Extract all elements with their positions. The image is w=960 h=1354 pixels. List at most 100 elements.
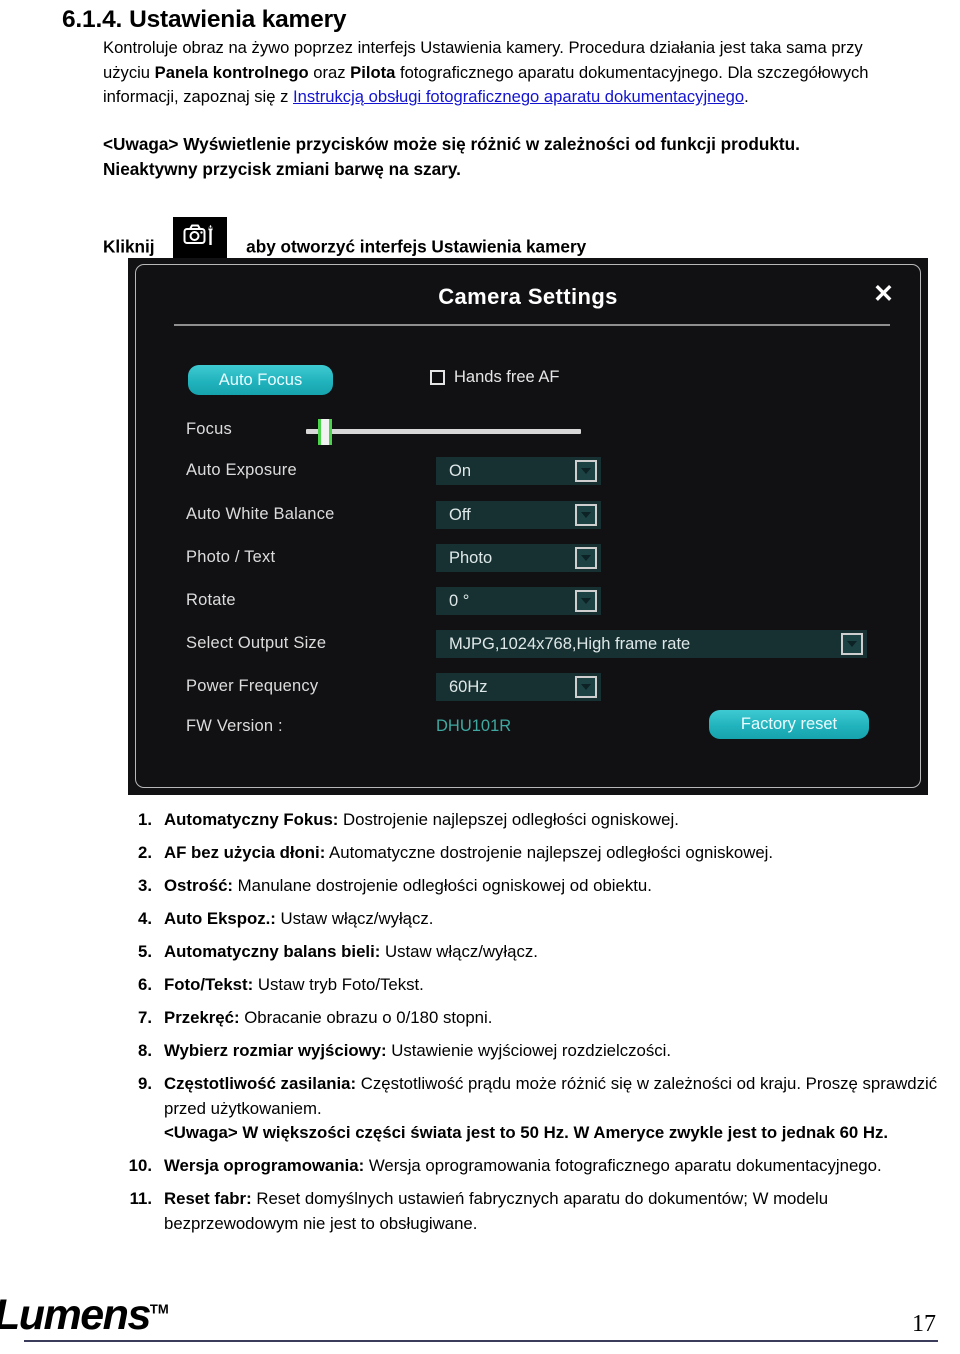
rotate-dropdown[interactable]: 0 ° xyxy=(436,587,601,615)
list-item-text: Wybierz rozmiar wyjściowy: Ustawienie wy… xyxy=(164,1039,940,1064)
list-item-number: 2. xyxy=(138,843,152,862)
intro-bold-panel: Panela kontrolnego xyxy=(154,62,309,82)
list-item-number: 8. xyxy=(138,1041,152,1060)
feature-list: 1. Automatyczny Fokus: Dostrojenie najle… xyxy=(120,808,940,1245)
power-frequency-value: 60Hz xyxy=(449,677,488,696)
list-item-term: Przekręć: xyxy=(164,1008,240,1027)
footer-divider xyxy=(24,1340,938,1342)
list-item-text: Częstotliwość zasilania: Częstotliwość p… xyxy=(164,1072,940,1146)
list-item-number: 10. xyxy=(128,1156,152,1175)
list-item-text: Wersja oprogramowania: Wersja oprogramow… xyxy=(164,1154,940,1179)
list-item: 2. AF bez użycia dłoni: Automatyczne dos… xyxy=(120,841,940,866)
list-item-term: Foto/Tekst: xyxy=(164,975,254,994)
list-item-term: Auto Ekspoz.: xyxy=(164,909,276,928)
list-item-number: 4. xyxy=(138,909,152,928)
list-item-text: AF bez użycia dłoni: Automatyczne dostro… xyxy=(164,841,940,866)
logo-trademark: TM xyxy=(149,1301,169,1317)
list-item-text: Automatyczny balans bieli: Ustaw włącz/w… xyxy=(164,940,940,965)
list-item: 6. Foto/Tekst: Ustaw tryb Foto/Tekst. xyxy=(120,973,940,998)
list-item-note: <Uwaga> W większości części świata jest … xyxy=(164,1123,889,1142)
click-label-before: Kliknij xyxy=(103,236,155,257)
list-item-number: 9. xyxy=(138,1074,152,1093)
list-item-desc: Ustaw włącz/wyłącz. xyxy=(275,909,434,928)
note-text: <Uwaga> Wyświetlenie przycisków może się… xyxy=(103,134,800,179)
focus-slider-track[interactable] xyxy=(306,429,581,434)
list-item-desc: Ustawienie wyjściowej rozdzielczości. xyxy=(386,1041,672,1060)
auto-exposure-value: On xyxy=(449,461,472,480)
list-item: 3. Ostrość: Manulane dostrojenie odległo… xyxy=(120,874,940,899)
list-item-number: 11. xyxy=(129,1189,152,1208)
intro-bold-remote: Pilota xyxy=(350,62,396,82)
intro-paragraph: Kontroluje obraz na żywo poprzez interfe… xyxy=(103,36,903,110)
photo-text-label: Photo / Text xyxy=(186,548,276,566)
select-output-size-value: MJPG,1024x768,High frame rate xyxy=(449,634,691,653)
user-manual-link[interactable]: Instrukcją obsługi fotograficznego apara… xyxy=(293,87,744,106)
list-item-term: Częstotliwość zasilania: xyxy=(164,1074,357,1093)
photo-text-value: Photo xyxy=(449,548,493,567)
focus-slider-thumb[interactable] xyxy=(318,419,332,445)
list-item: 10. Wersja oprogramowania: Wersja oprogr… xyxy=(120,1154,940,1179)
photo-text-dropdown[interactable]: Photo xyxy=(436,544,601,572)
list-item-desc: Ustaw tryb Foto/Tekst. xyxy=(253,975,424,994)
chevron-down-icon[interactable] xyxy=(575,460,597,482)
chevron-down-icon[interactable] xyxy=(575,504,597,526)
list-item-term: Wersja oprogramowania: xyxy=(164,1156,365,1175)
hands-free-af-label: Hands free AF xyxy=(454,368,560,386)
page-title: 6.1.4. Ustawienia kamery xyxy=(62,6,347,34)
list-item-desc: Wersja oprogramowania fotograficznego ap… xyxy=(364,1156,882,1175)
section-title: Ustawienia kamery xyxy=(129,6,347,33)
list-item-text: Reset fabr: Reset domyślnych ustawień fa… xyxy=(164,1187,940,1236)
rotate-label: Rotate xyxy=(186,591,236,609)
select-output-size-dropdown[interactable]: MJPG,1024x768,High frame rate xyxy=(436,630,867,658)
list-item-number: 1. xyxy=(138,810,152,829)
section-number: 6.1.4. xyxy=(62,6,123,33)
fw-version-value: DHU101R xyxy=(436,717,512,735)
list-item-text: Automatyczny Fokus: Dostrojenie najlepsz… xyxy=(164,808,940,833)
chevron-down-icon[interactable] xyxy=(575,547,597,569)
list-item-term: Wybierz rozmiar wyjściowy: xyxy=(164,1041,387,1060)
power-frequency-dropdown[interactable]: 60Hz xyxy=(436,673,601,701)
chevron-down-icon[interactable] xyxy=(841,633,863,655)
list-item-desc: Obracanie obrazu o 0/180 stopni. xyxy=(239,1008,493,1027)
page-number: 17 xyxy=(912,1311,936,1337)
dialog-inner-frame: Camera Settings ✕ Auto Focus Hands free … xyxy=(135,264,921,788)
list-item-term: Reset fabr: xyxy=(164,1189,252,1208)
list-item-text: Foto/Tekst: Ustaw tryb Foto/Tekst. xyxy=(164,973,940,998)
logo-text: Lumens xyxy=(0,1291,151,1339)
list-item-desc: Automatyczne dostrojenie najlepszej odle… xyxy=(325,843,774,862)
list-item: 5. Automatyczny balans bieli: Ustaw włąc… xyxy=(120,940,940,965)
checkbox-box[interactable] xyxy=(430,370,445,385)
camera-settings-dialog: Camera Settings ✕ Auto Focus Hands free … xyxy=(128,258,928,795)
chevron-down-icon[interactable] xyxy=(575,676,597,698)
list-item-term: AF bez użycia dłoni: xyxy=(164,843,326,862)
chevron-down-icon[interactable] xyxy=(575,590,597,612)
list-item-number: 7. xyxy=(138,1008,152,1027)
list-item-text: Ostrość: Manulane dostrojenie odległości… xyxy=(164,874,940,899)
factory-reset-button[interactable]: Factory reset xyxy=(709,710,869,739)
auto-exposure-dropdown[interactable]: On xyxy=(436,457,601,485)
hands-free-af-checkbox[interactable]: Hands free AF xyxy=(430,368,559,387)
list-item-term: Ostrość: xyxy=(164,876,234,895)
intro-text-4: . xyxy=(744,87,749,107)
lumens-logo: LumensTM xyxy=(0,1291,169,1340)
select-output-size-label: Select Output Size xyxy=(186,634,327,652)
list-item: 1. Automatyczny Fokus: Dostrojenie najle… xyxy=(120,808,940,833)
list-item-text: Przekręć: Obracanie obrazu o 0/180 stopn… xyxy=(164,1006,940,1031)
list-item-term: Automatyczny balans bieli: xyxy=(164,942,381,961)
intro-text-2: oraz xyxy=(308,62,351,82)
camera-settings-icon[interactable] xyxy=(173,217,228,263)
click-label-after: aby otworzyć interfejs Ustawienia kamery xyxy=(246,236,587,257)
list-item-term: Automatyczny Fokus: xyxy=(164,810,339,829)
auto-focus-button[interactable]: Auto Focus xyxy=(188,365,333,395)
list-item: 8. Wybierz rozmiar wyjściowy: Ustawienie… xyxy=(120,1039,940,1064)
rotate-value: 0 ° xyxy=(449,591,470,610)
list-item-text: Auto Ekspoz.: Ustaw włącz/wyłącz. xyxy=(164,907,940,932)
list-item-desc: Ustaw włącz/wyłącz. xyxy=(380,942,538,961)
focus-label: Focus xyxy=(186,420,232,438)
auto-white-balance-dropdown[interactable]: Off xyxy=(436,501,601,529)
auto-white-balance-label: Auto White Balance xyxy=(186,505,335,523)
list-item: 4. Auto Ekspoz.: Ustaw włącz/wyłącz. xyxy=(120,907,940,932)
list-item-number: 6. xyxy=(138,975,152,994)
list-item: 11. Reset fabr: Reset domyślnych ustawie… xyxy=(120,1187,940,1236)
list-item-number: 3. xyxy=(138,876,152,895)
